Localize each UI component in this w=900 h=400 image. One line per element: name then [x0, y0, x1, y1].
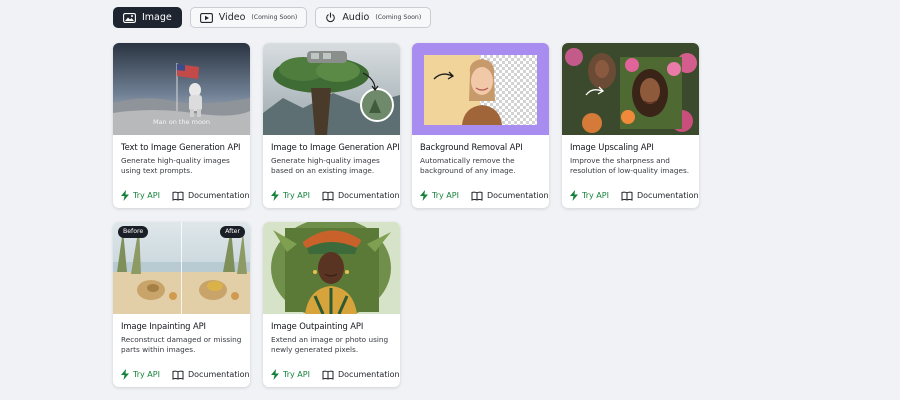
after-badge: After — [220, 226, 245, 238]
lightning-icon — [271, 369, 279, 380]
try-api-label: Try API — [283, 370, 310, 379]
media-type-tabs: Image Video (Coming Soon) Audio (Coming … — [113, 7, 432, 28]
try-api-label: Try API — [133, 191, 160, 200]
thumbnail-caption: Man on the moon — [152, 118, 211, 126]
card-actions: Try API Documentation — [271, 190, 400, 201]
card-title: Background Removal API — [420, 142, 523, 152]
card-actions: Try API Documentation — [271, 369, 400, 380]
card-description: Generate high-quality images based on an… — [271, 156, 380, 175]
card-title: Image to Image Generation API — [271, 142, 400, 152]
card-title: Text to Image Generation API — [121, 142, 241, 152]
documentation-label: Documentation — [337, 370, 400, 379]
image-outpainting-thumbnail — [263, 222, 400, 314]
tab-video[interactable]: Video (Coming Soon) — [189, 7, 308, 28]
try-api-label: Try API — [432, 191, 459, 200]
documentation-link[interactable]: Documentation — [471, 191, 549, 201]
card-actions: Try API Documentation — [121, 190, 250, 201]
image-inpainting-thumbnail: Before After — [113, 222, 250, 314]
card-actions: Try API Documentation — [570, 190, 699, 201]
card-title: Image Outpainting API — [271, 321, 364, 331]
documentation-link[interactable]: Documentation — [172, 191, 250, 201]
card-image-inpainting[interactable]: Before After Image Inpainting API Recons… — [113, 222, 250, 387]
card-image-outpainting[interactable]: Image Outpainting API Extend an image or… — [263, 222, 400, 387]
card-background-removal[interactable]: Background Removal API Automatically rem… — [412, 43, 549, 208]
lightning-icon — [570, 190, 578, 201]
documentation-link[interactable]: Documentation — [322, 370, 400, 380]
documentation-label: Documentation — [187, 370, 250, 379]
lightning-icon — [121, 369, 129, 380]
tab-image[interactable]: Image — [113, 7, 182, 28]
try-api-link[interactable]: Try API — [121, 369, 160, 380]
lightning-icon — [121, 190, 129, 201]
video-play-icon — [199, 12, 213, 23]
try-api-link[interactable]: Try API — [271, 190, 310, 201]
book-icon — [621, 191, 633, 201]
background-removal-thumbnail — [412, 43, 549, 135]
documentation-link[interactable]: Documentation — [322, 191, 400, 201]
documentation-link[interactable]: Documentation — [172, 370, 250, 380]
book-icon — [471, 191, 483, 201]
before-badge: Before — [118, 226, 149, 238]
documentation-label: Documentation — [486, 191, 549, 200]
card-description: Improve the sharpness and resolution of … — [570, 156, 690, 175]
try-api-label: Try API — [582, 191, 609, 200]
book-icon — [172, 370, 184, 380]
tab-label: Image — [142, 12, 172, 23]
try-api-link[interactable]: Try API — [271, 369, 310, 380]
text-to-image-thumbnail: Man on the moon — [113, 43, 250, 135]
documentation-label: Documentation — [337, 191, 400, 200]
card-image-upscaling[interactable]: Image Upscaling API Improve the sharpnes… — [562, 43, 699, 208]
book-icon — [322, 191, 334, 201]
image-icon — [123, 12, 136, 23]
card-description: Automatically remove the background of a… — [420, 156, 516, 175]
try-api-link[interactable]: Try API — [570, 190, 609, 201]
card-description: Reconstruct damaged or missing parts wit… — [121, 335, 242, 354]
card-image-to-image[interactable]: Image to Image Generation API Generate h… — [263, 43, 400, 208]
tab-label: Audio — [342, 12, 370, 23]
try-api-link[interactable]: Try API — [420, 190, 459, 201]
documentation-link[interactable]: Documentation — [621, 191, 699, 201]
tab-audio[interactable]: Audio (Coming Soon) — [315, 7, 432, 28]
lightning-icon — [420, 190, 428, 201]
card-text-to-image[interactable]: Man on the moon Text to Image Generation… — [113, 43, 250, 208]
try-api-label: Try API — [133, 370, 160, 379]
try-api-link[interactable]: Try API — [121, 190, 160, 201]
image-upscaling-thumbnail — [562, 43, 699, 135]
card-actions: Try API Documentation — [420, 190, 549, 201]
book-icon — [172, 191, 184, 201]
coming-soon-note: (Coming Soon) — [375, 14, 422, 21]
card-description: Generate high-quality images using text … — [121, 156, 230, 175]
image-to-image-thumbnail — [263, 43, 400, 135]
coming-soon-note: (Coming Soon) — [251, 14, 298, 21]
card-description: Extend an image or photo using newly gen… — [271, 335, 389, 354]
tab-label: Video — [218, 12, 246, 23]
card-title: Image Inpainting API — [121, 321, 206, 331]
power-icon — [326, 12, 336, 23]
documentation-label: Documentation — [187, 191, 250, 200]
card-title: Image Upscaling API — [570, 142, 654, 152]
documentation-label: Documentation — [636, 191, 699, 200]
lightning-icon — [271, 190, 279, 201]
card-actions: Try API Documentation — [121, 369, 250, 380]
book-icon — [322, 370, 334, 380]
try-api-label: Try API — [283, 191, 310, 200]
